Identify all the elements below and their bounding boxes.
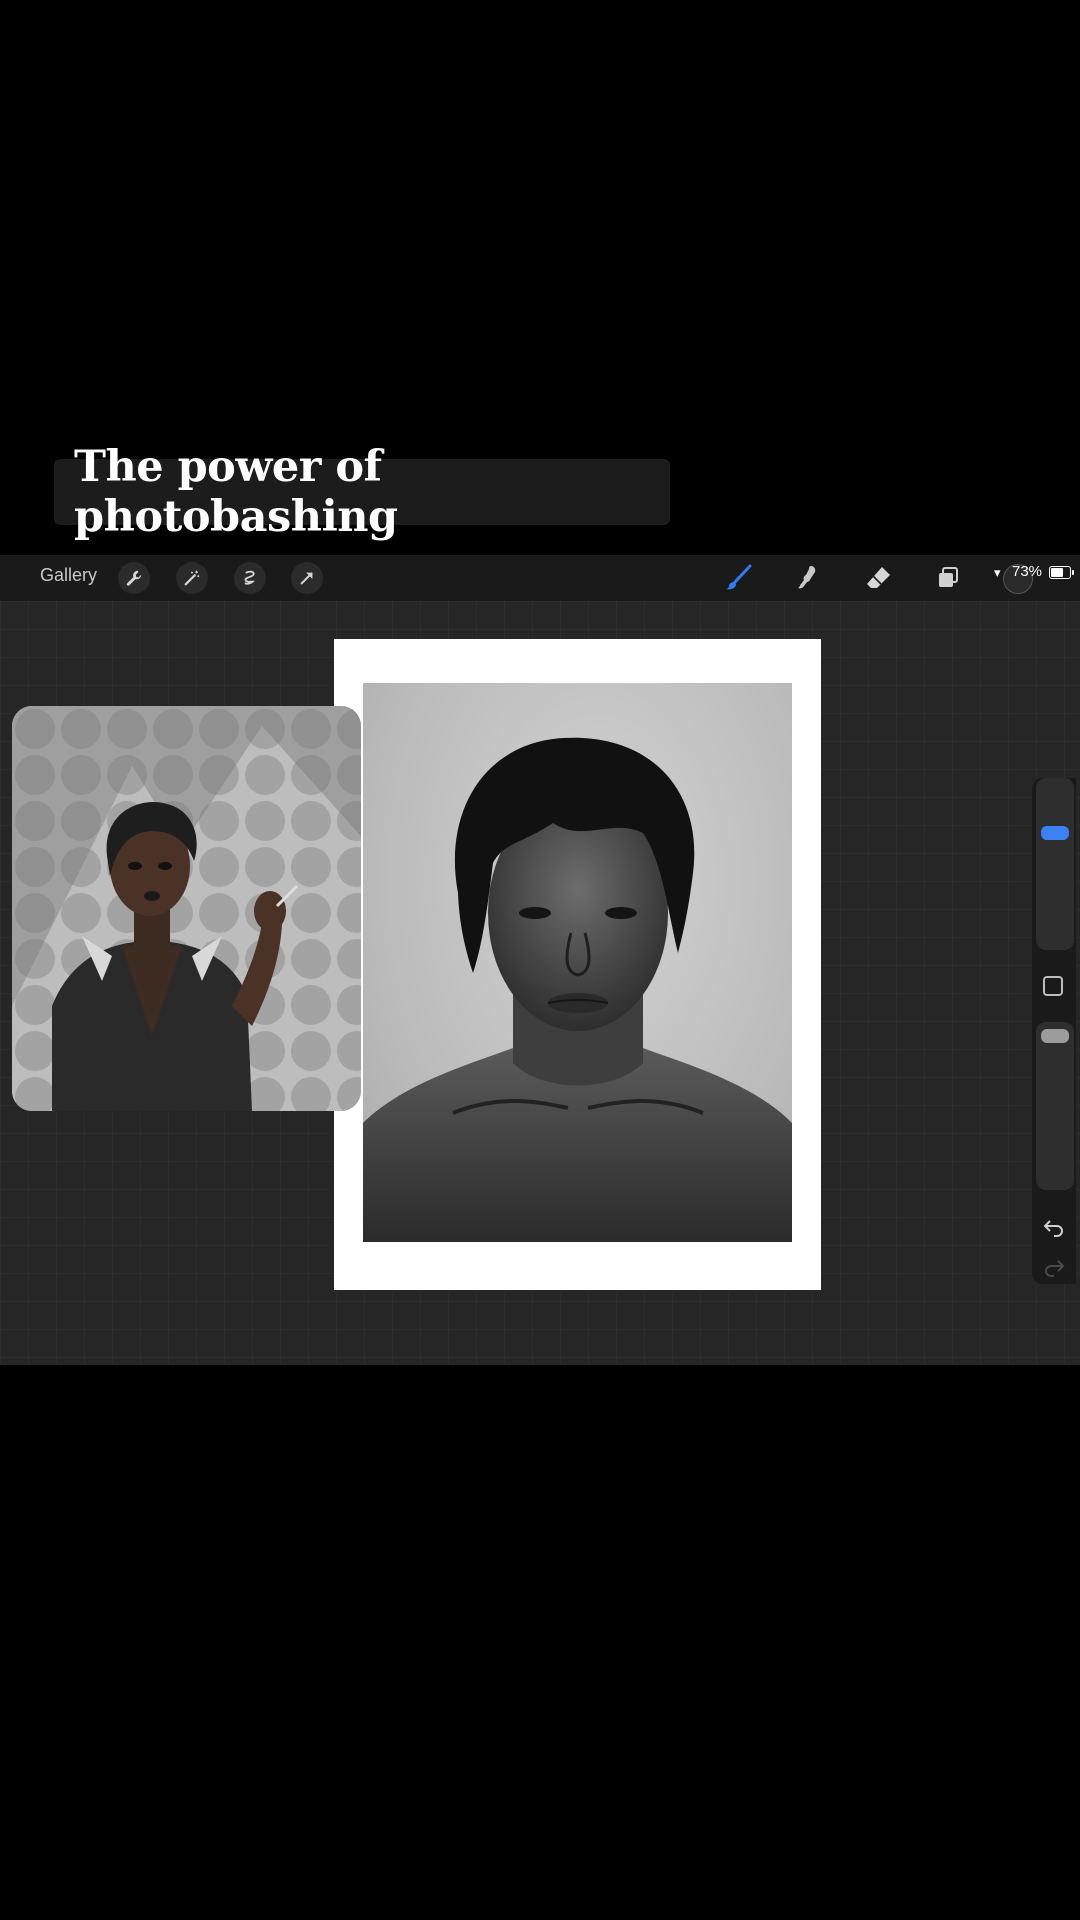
battery-icon — [1049, 566, 1074, 579]
brush-size-slider[interactable] — [1036, 778, 1074, 950]
selection-icon[interactable] — [234, 562, 266, 594]
brush-icon[interactable] — [721, 561, 755, 595]
modify-button[interactable] — [1043, 976, 1063, 996]
battery-percentage: 73% — [1012, 563, 1043, 580]
wifi-icon: ▾ — [994, 566, 1001, 581]
opacity-slider[interactable] — [1036, 1022, 1074, 1190]
transform-arrow-icon[interactable] — [291, 562, 323, 594]
brush-sidebar — [1032, 778, 1076, 1284]
eraser-icon[interactable] — [861, 561, 895, 595]
reference-portrait-photo — [363, 683, 792, 1242]
wrench-icon[interactable] — [118, 562, 150, 594]
opacity-knob[interactable] — [1041, 1029, 1069, 1043]
caption-banner: The power of photobashing — [54, 442, 670, 542]
top-toolbar: Gallery ▾ 73% — [0, 555, 1080, 601]
reference-window[interactable] — [12, 706, 361, 1111]
drawing-canvas[interactable] — [334, 639, 821, 1290]
layers-icon[interactable] — [931, 561, 965, 595]
redo-icon[interactable] — [1042, 1255, 1066, 1279]
gallery-button[interactable]: Gallery — [40, 565, 97, 586]
brush-size-knob[interactable] — [1041, 826, 1069, 840]
magic-wand-icon[interactable] — [176, 562, 208, 594]
undo-icon[interactable] — [1042, 1215, 1066, 1239]
smudge-icon[interactable] — [791, 561, 825, 595]
caption-text: The power of photobashing — [74, 442, 398, 542]
procreate-app: Gallery ▾ 73% — [0, 555, 1080, 1365]
